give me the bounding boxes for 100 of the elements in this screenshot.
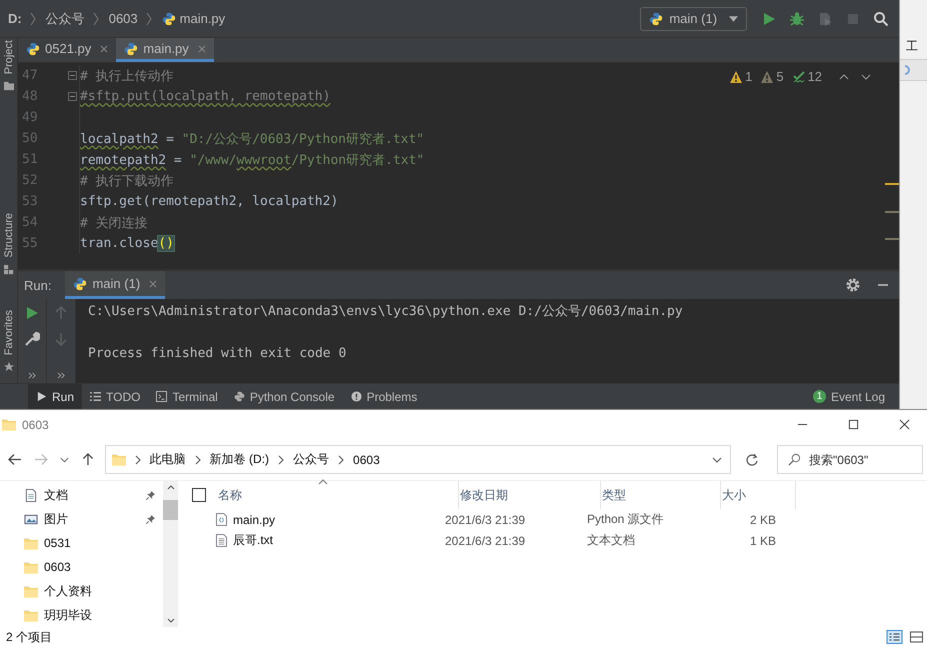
column-header[interactable]: 大小 — [721, 481, 796, 509]
address-segment[interactable]: 新加卷 (D:) — [210, 451, 270, 468]
code-line: tran.close() — [80, 236, 174, 251]
structure-tool-tab[interactable]: Structure — [2, 211, 14, 262]
chevron-icon[interactable] — [338, 454, 344, 464]
select-all-checkbox[interactable] — [192, 488, 206, 502]
type-cell-text: 文本文档 — [587, 532, 636, 549]
nav-item[interactable]: 0603 — [0, 555, 163, 579]
double-chevron-icon[interactable] — [56, 372, 66, 379]
nav-item[interactable]: 文档 — [0, 483, 163, 507]
event-log-button[interactable]: 1 Event Log — [804, 384, 894, 409]
pin-icon[interactable] — [146, 490, 155, 500]
refresh-icon[interactable] — [745, 452, 760, 466]
python-icon — [26, 42, 40, 56]
chevron-down-icon[interactable] — [712, 456, 722, 462]
scroll-up-icon[interactable] — [166, 485, 174, 490]
nav-item[interactable]: 0531 — [0, 531, 163, 555]
favorites-tool-tab[interactable]: Favorites — [2, 308, 14, 359]
editor-tab[interactable]: 0521.py — [18, 38, 116, 62]
large-icons-view-icon[interactable] — [908, 630, 925, 644]
scrollbar[interactable] — [163, 481, 178, 627]
console-output-line: Process finished with exit code 0 — [88, 346, 346, 361]
file-row[interactable]: main.py 2021/6/3 21:39 Python 源文件 2 KB — [192, 509, 927, 530]
close-icon[interactable] — [899, 419, 910, 430]
run-icon[interactable] — [24, 305, 40, 321]
line-number: 48 — [21, 89, 38, 104]
chevron-icon — [146, 12, 152, 26]
tool-window-button[interactable]: Problems — [342, 384, 426, 409]
document-icon — [24, 488, 38, 502]
column-header[interactable]: 修改日期 — [459, 481, 601, 509]
chevron-down-icon[interactable] — [60, 456, 69, 462]
breadcrumb-item[interactable]: D: — [8, 11, 22, 26]
address-segment[interactable]: 0603 — [353, 452, 380, 466]
breadcrumb-item[interactable]: 公众号 — [46, 10, 85, 28]
code-line: sftp.get(remotepath2, localpath2) — [80, 194, 338, 209]
folder-icon — [2, 418, 16, 431]
address-segment[interactable]: 公众号 — [293, 451, 330, 468]
line-number: 53 — [21, 194, 38, 209]
chevron-icon[interactable] — [194, 454, 201, 464]
line-number: 51 — [21, 152, 38, 167]
search-icon[interactable] — [873, 10, 890, 26]
size-cell-text: 2 KB — [748, 512, 777, 526]
code-line: remotepath2 = "/www/wwwroot/Python研究者.txt" — [80, 152, 424, 168]
nav-item[interactable]: 玥玥毕设 — [0, 603, 163, 627]
file-row[interactable]: 辰哥.txt 2021/6/3 21:39 文本文档 1 KB — [192, 530, 927, 551]
fold-icon[interactable] — [68, 71, 77, 80]
tool-window-button[interactable]: TODO — [82, 384, 148, 409]
warning-icon[interactable] — [761, 70, 774, 82]
image-icon — [24, 512, 38, 526]
code-line: #sftp.put(localpath, remotepath) — [80, 89, 330, 104]
double-chevron-icon[interactable] — [28, 372, 36, 379]
type-cell-text: Python 源文件 — [587, 511, 665, 528]
check-icon[interactable] — [792, 70, 805, 82]
chevron-icon[interactable] — [134, 454, 141, 464]
chevron-icon — [30, 12, 36, 26]
warning-icon[interactable] — [730, 70, 742, 82]
column-header[interactable]: 类型 — [601, 481, 721, 509]
line-number: 54 — [21, 215, 38, 230]
scroll-down-icon[interactable] — [166, 618, 174, 623]
search-field[interactable]: 搜索"0603" — [777, 445, 924, 474]
chevron-icon[interactable] — [278, 454, 284, 464]
wrench-icon[interactable] — [24, 331, 40, 347]
bug-icon[interactable] — [789, 10, 806, 26]
code-line: # 执行下载动作 — [80, 172, 174, 190]
pin-icon[interactable] — [146, 514, 155, 524]
run-configuration-dropdown[interactable]: main (1) — [640, 6, 748, 30]
run-icon[interactable] — [761, 10, 778, 26]
project-tool-tab[interactable]: Project — [2, 38, 14, 78]
tool-window-button[interactable]: Run — [28, 384, 82, 409]
sort-caret-icon — [318, 479, 328, 485]
column-header[interactable]: 名称 — [217, 481, 459, 509]
scroll-thumb[interactable] — [163, 500, 178, 520]
code-line: # 关闭连接 — [80, 214, 148, 232]
breadcrumb-item[interactable]: 0603 — [108, 11, 138, 26]
tool-window-button[interactable]: Terminal — [148, 384, 226, 409]
nav-item[interactable]: 个人资料 — [0, 579, 163, 603]
tool-window-button[interactable]: Python Console — [226, 384, 343, 409]
back-arrow-icon[interactable] — [8, 453, 22, 466]
size-cell-text: 1 KB — [748, 534, 777, 548]
nav-item[interactable]: 图片 — [0, 507, 163, 531]
list-icon — [90, 391, 102, 402]
line-number: 52 — [21, 173, 38, 188]
up-arrow-icon[interactable] — [80, 453, 95, 466]
settings-icon[interactable] — [845, 277, 862, 293]
breadcrumb-item[interactable]: main.py — [180, 11, 226, 26]
fold-icon[interactable] — [68, 92, 77, 101]
console-output-line: C:\Users\Administrator\Anaconda3\envs\lyc36\python.exe D:/公众号/0603/main.py — [88, 304, 683, 319]
folder-icon — [112, 453, 126, 466]
chevron-up-icon[interactable] — [839, 74, 850, 80]
terminal-icon — [156, 391, 168, 402]
details-view-icon[interactable] — [886, 630, 903, 644]
chevron-down-icon[interactable] — [861, 74, 872, 80]
editor-tab[interactable]: main.py — [116, 38, 214, 62]
folder-icon — [24, 536, 38, 550]
address-segment[interactable]: 此电脑 — [150, 451, 186, 468]
line-number: 50 — [21, 131, 38, 146]
maximize-icon[interactable] — [848, 419, 859, 430]
run-tab[interactable]: main (1) — [65, 271, 166, 299]
caret-icon — [729, 16, 738, 22]
menu-item[interactable]: 工 — [900, 38, 927, 55]
